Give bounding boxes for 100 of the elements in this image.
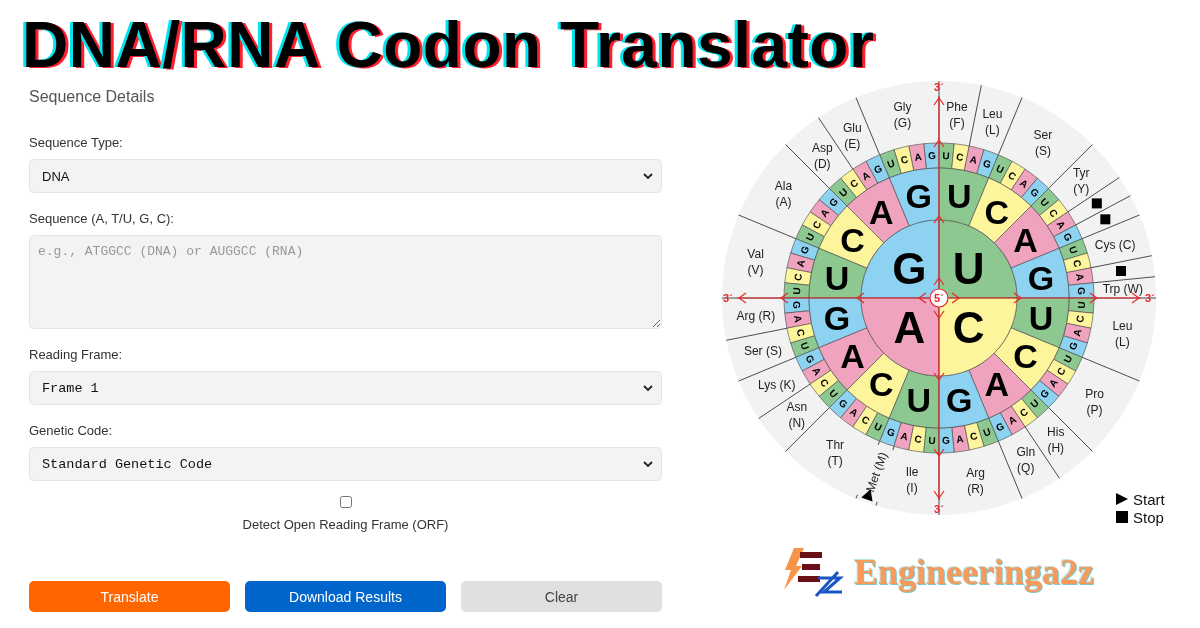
- base-letter: C: [913, 433, 923, 445]
- base-letter: G: [798, 244, 812, 256]
- center-marker: [929, 288, 949, 308]
- base-letter: G: [1075, 286, 1087, 296]
- base-letter: A: [1074, 272, 1086, 282]
- base-letter: G: [803, 353, 817, 365]
- base-letter: A: [792, 314, 804, 324]
- orf-checkbox[interactable]: [339, 496, 352, 508]
- legend-label: Start: [1133, 490, 1165, 508]
- base-letter: A: [955, 433, 965, 445]
- field-label: Sequence (A, T/U, G, C):: [29, 210, 174, 228]
- base-letter: C: [1071, 258, 1084, 269]
- start-icon: [1116, 493, 1128, 505]
- field-label: Reading Frame:: [29, 346, 123, 364]
- base-letter: U: [1061, 353, 1075, 365]
- base-letter: G: [927, 150, 937, 162]
- amino-acid-label: Trp (W): [1102, 281, 1143, 296]
- base-letter: C: [899, 153, 910, 166]
- end-label: 3´: [723, 292, 733, 304]
- base-letter: G: [1027, 258, 1055, 297]
- base-letter: G: [994, 420, 1006, 434]
- base-letter: A: [840, 336, 865, 375]
- base-letter: A: [1017, 176, 1031, 191]
- action-button[interactable]: Clear: [461, 581, 662, 612]
- stop-icon: [1116, 266, 1126, 276]
- amino-acid-label: Asn (N): [786, 399, 808, 430]
- base-letter: A: [913, 151, 923, 163]
- base-letter: C: [1013, 336, 1038, 375]
- checkbox-label: Detect Open Reading Frame (ORF): [242, 517, 449, 533]
- base-letter: U: [1066, 244, 1080, 256]
- base-letter: U: [1028, 299, 1054, 338]
- base-letter: U: [994, 162, 1006, 176]
- base-letter: C: [794, 327, 807, 338]
- amino-acid-label: Ser (S): [1033, 127, 1053, 158]
- amino-acid-label: Pro (P): [1085, 386, 1104, 417]
- center-label: 5´: [934, 292, 944, 304]
- amino-acid-label: Gln (Q): [1016, 445, 1036, 476]
- chevron-icon: [643, 172, 653, 180]
- base-letter: U: [885, 157, 897, 171]
- base-letter: C: [810, 218, 824, 231]
- base-letter: C: [952, 303, 985, 353]
- base-letter: U: [1075, 301, 1087, 309]
- base-letter: G: [892, 243, 927, 293]
- base-letter: G: [981, 157, 993, 171]
- amino-acid-label: Lys (K): [757, 377, 796, 392]
- amino-acid-label: Leu (L): [982, 106, 1003, 137]
- base-letter: A: [794, 258, 807, 269]
- sequence-field[interactable]: e.g., ATGGCC (DNA) or AUGGCC (RNA): [29, 235, 662, 329]
- amino-acid-label: Leu (L): [1112, 319, 1133, 350]
- base-letter: G: [905, 177, 932, 215]
- base-letter: A: [899, 430, 910, 443]
- section-heading: Sequence Details: [29, 87, 155, 107]
- base-letter: G: [791, 300, 803, 310]
- base-letter: A: [859, 169, 872, 183]
- base-letter: U: [928, 434, 936, 446]
- base-letter: U: [952, 243, 985, 293]
- amino-acid-label: Tyr (Y): [1072, 166, 1090, 197]
- base-letter: A: [1013, 221, 1038, 260]
- base-letter: A: [984, 365, 1010, 404]
- page-title: DNA/RNA Codon Translator: [22, 9, 875, 81]
- dropdown[interactable]: DNA: [29, 159, 662, 193]
- base-letter: C: [840, 221, 865, 260]
- stop-icon: [1100, 214, 1111, 225]
- base-letter: G: [1061, 231, 1075, 243]
- logo-text: Engineeringa2z: [854, 551, 1094, 593]
- base-letter: G: [941, 434, 951, 446]
- base-letter: C: [859, 413, 872, 427]
- base-letter: C: [968, 430, 979, 443]
- base-letter: C: [1074, 314, 1086, 324]
- base-letter: C: [984, 192, 1010, 231]
- base-letter: A: [1071, 327, 1084, 338]
- base-letter: U: [872, 420, 884, 434]
- base-letter: U: [803, 231, 817, 243]
- field-label: Sequence Type:: [29, 134, 123, 152]
- stop-icon: [1091, 198, 1102, 209]
- stop-icon: [1116, 511, 1128, 523]
- amino-acid-label: Val (V): [747, 246, 764, 277]
- base-letter: U: [942, 150, 950, 162]
- base-letter: C: [1046, 206, 1061, 220]
- end-label: 3´: [934, 81, 944, 93]
- base-letter: U: [791, 287, 803, 295]
- base-letter: C: [817, 376, 832, 390]
- amino-acid-label: Thr (T): [826, 438, 845, 469]
- amino-acid-label: Arg (R): [966, 466, 985, 497]
- base-letter: C: [955, 151, 965, 163]
- base-letter: A: [893, 303, 926, 353]
- amino-acid-label: Ile (I): [905, 465, 919, 495]
- base-letter: G: [885, 425, 897, 439]
- base-letter: U: [947, 177, 972, 215]
- field-label: Genetic Code:: [29, 422, 113, 440]
- action-button[interactable]: Download Results: [245, 581, 446, 612]
- base-letter: C: [868, 365, 894, 404]
- base-letter: C: [1017, 405, 1031, 420]
- base-letter: A: [968, 153, 979, 166]
- chevron-icon: [643, 460, 653, 468]
- dropdown[interactable]: Frame 1: [29, 371, 662, 405]
- base-letter: C: [847, 176, 861, 191]
- dropdown[interactable]: Standard Genetic Code: [29, 447, 662, 481]
- end-label: 3´: [1145, 292, 1155, 304]
- base-letter: U: [824, 258, 850, 297]
